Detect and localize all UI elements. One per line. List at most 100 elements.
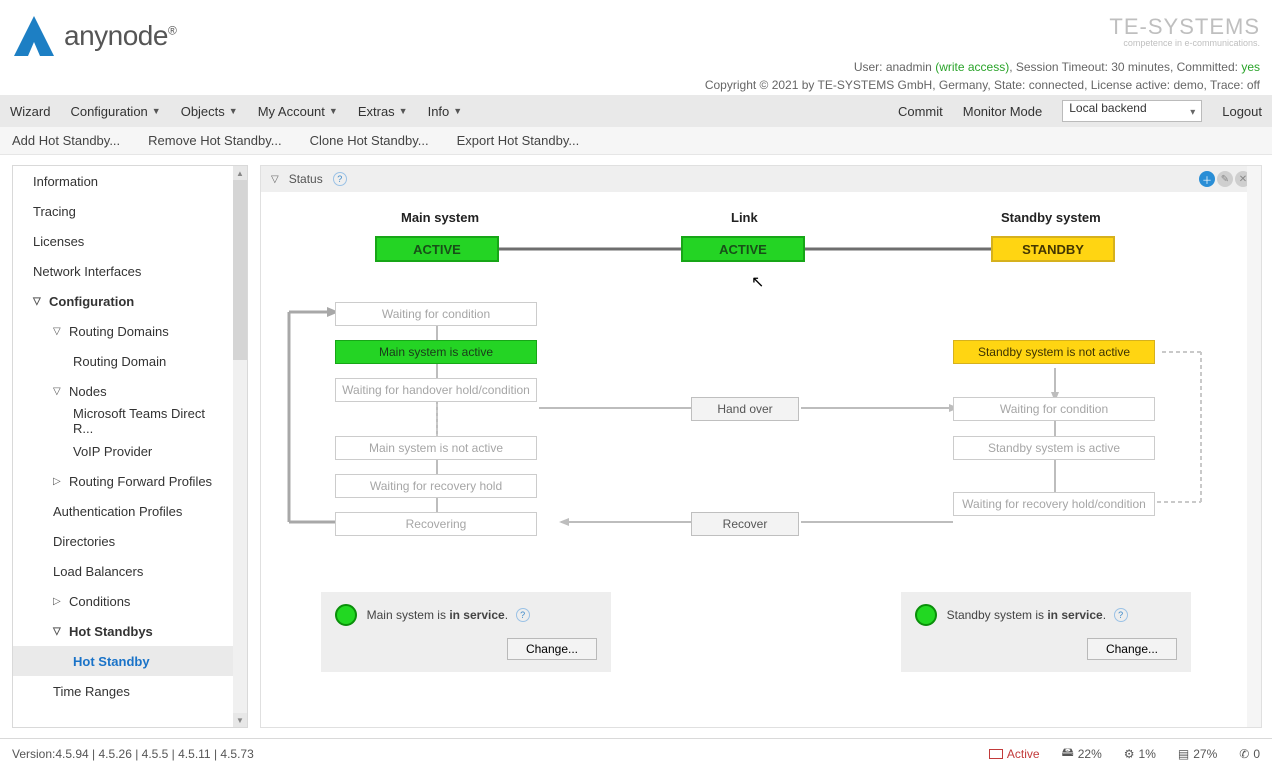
help-icon[interactable]: ?	[516, 608, 530, 622]
help-icon[interactable]: ?	[333, 172, 347, 186]
standby-service-panel: Standby system is in service. ? Change..…	[901, 592, 1191, 672]
scroll-down-icon[interactable]: ▼	[233, 713, 247, 727]
sidebar-item-conditions[interactable]: ▷Conditions	[13, 586, 233, 616]
sidebar-item-label: Time Ranges	[53, 684, 130, 699]
menu-wizard[interactable]: Wizard	[10, 104, 50, 119]
link-header: Link	[731, 210, 758, 225]
chevron-down-icon: ▾	[1190, 107, 1195, 118]
sidebar-item-tracing[interactable]: Tracing	[13, 196, 233, 226]
sidebar-item-nodes[interactable]: ▽Nodes	[13, 376, 233, 406]
menu-configuration[interactable]: Configuration▼	[70, 104, 160, 119]
help-icon[interactable]: ?	[1114, 608, 1128, 622]
standby-service-text: Standby system is in service.	[947, 608, 1106, 622]
sidebar-item-configuration[interactable]: ▽Configuration	[13, 286, 233, 316]
handover-button[interactable]: Hand over	[691, 397, 799, 421]
sidebar-item-label: VoIP Provider	[73, 444, 152, 459]
menu-monitor-mode[interactable]: Monitor Mode	[963, 104, 1042, 119]
status-canvas: Main system Link Standby system ACTIVE A…	[261, 192, 1225, 728]
sidebar-item-network-interfaces[interactable]: Network Interfaces	[13, 256, 233, 286]
sidebar-item-label: Hot Standby	[73, 654, 150, 669]
calls-icon: ✆	[1239, 747, 1249, 761]
menubar: Wizard Configuration▼ Objects▼ My Accoun…	[0, 95, 1272, 127]
content-scrollbar[interactable]	[1247, 166, 1261, 727]
sidebar-item-label: Load Balancers	[53, 564, 143, 579]
state-waiting-condition-standby: Waiting for condition	[953, 397, 1155, 421]
menu-logout[interactable]: Logout	[1222, 104, 1262, 119]
state-waiting-handover: Waiting for handover hold/condition	[335, 378, 537, 402]
state-main-not-active: Main system is not active	[335, 436, 537, 460]
sidebar-item-load-balancers[interactable]: Load Balancers	[13, 556, 233, 586]
remove-hot-standby-button[interactable]: Remove Hot Standby...	[148, 133, 281, 148]
sidebar-item-label: Network Interfaces	[33, 264, 141, 279]
sidebar-item-label: Directories	[53, 534, 115, 549]
mouse-cursor-icon: ↖	[751, 272, 764, 292]
add-hot-standby-button[interactable]: Add Hot Standby...	[12, 133, 120, 148]
sidebar-item-information[interactable]: Information	[13, 166, 233, 196]
sidebar-item-hot-standby[interactable]: Hot Standby	[13, 646, 233, 676]
status-dot-green-icon	[915, 604, 937, 626]
sidebar-item-directories[interactable]: Directories	[13, 526, 233, 556]
triangle-down-icon: ▽	[33, 296, 45, 307]
triangle-down-icon: ▽	[53, 626, 65, 637]
caret-down-icon: ▼	[152, 106, 161, 116]
menu-extras[interactable]: Extras▼	[358, 104, 408, 119]
sidebar-item-microsoft-teams-direct-r[interactable]: Microsoft Teams Direct R...	[13, 406, 233, 436]
standby-system-header: Standby system	[1001, 210, 1101, 225]
sidebar-item-voip-provider[interactable]: VoIP Provider	[13, 436, 233, 466]
version-numbers: 4.5.94 | 4.5.26 | 4.5.5 | 4.5.11 | 4.5.7…	[55, 747, 253, 761]
clone-hot-standby-button[interactable]: Clone Hot Standby...	[310, 133, 429, 148]
menu-commit[interactable]: Commit	[898, 104, 943, 119]
triangle-right-icon: ▷	[53, 476, 65, 487]
copyright-line: Copyright © 2021 by TE-SYSTEMS GmbH, Ger…	[705, 78, 1260, 92]
main-change-button[interactable]: Change...	[507, 638, 597, 660]
version-label: Version:	[12, 747, 55, 761]
state-waiting-recovery-hold: Waiting for recovery hold	[335, 474, 537, 498]
status-disk: 🖴22%	[1062, 743, 1102, 764]
menu-objects[interactable]: Objects▼	[181, 104, 238, 119]
triangle-down-icon: ▽	[53, 326, 65, 337]
status-cpu: ⚙1%	[1124, 747, 1156, 761]
collapse-triangle-icon[interactable]: ▽	[271, 174, 279, 185]
caret-down-icon: ▼	[329, 106, 338, 116]
caret-down-icon: ▼	[229, 106, 238, 116]
sidebar-scrollbar[interactable]: ▲ ▼	[233, 166, 247, 727]
sidebar-item-authentication-profiles[interactable]: Authentication Profiles	[13, 496, 233, 526]
main-system-badge: ACTIVE	[375, 236, 499, 262]
main-area: InformationTracingLicenses Network Interf…	[0, 155, 1272, 738]
menu-info[interactable]: Info▼	[428, 104, 463, 119]
app-logo: anynode®	[10, 12, 176, 60]
sidebar-item-routing-domains[interactable]: ▽ Routing Domains	[13, 316, 233, 346]
recover-button[interactable]: Recover	[691, 512, 799, 536]
disk-icon: 🖴	[1062, 743, 1074, 764]
caret-down-icon: ▼	[399, 106, 408, 116]
backend-select[interactable]: Local backend▾	[1062, 100, 1202, 122]
sidebar-item-label: Microsoft Teams Direct R...	[73, 406, 225, 436]
main-service-text: Main system is in service.	[367, 608, 508, 622]
scroll-handle[interactable]	[233, 180, 247, 360]
export-hot-standby-button[interactable]: Export Hot Standby...	[457, 133, 580, 148]
triangle-right-icon: ▷	[53, 596, 65, 607]
status-active: Active	[989, 747, 1040, 761]
sidebar-item-label: Routing Domain	[73, 354, 166, 369]
sidebar-item-hot-standbys[interactable]: ▽ Hot Standbys	[13, 616, 233, 646]
status-memory: ▤27%	[1178, 747, 1217, 761]
sidebar-item-routing-forward-profiles[interactable]: ▷Routing Forward Profiles	[13, 466, 233, 496]
state-waiting-condition-main: Waiting for condition	[335, 302, 537, 326]
action-toolbar: Add Hot Standby... Remove Hot Standby...…	[0, 127, 1272, 155]
scroll-up-icon[interactable]: ▲	[233, 166, 247, 180]
sidebar-item-label: Hot Standbys	[69, 624, 153, 639]
sidebar-item-time-ranges[interactable]: Time Ranges	[13, 676, 233, 706]
sidebar-item-label: Authentication Profiles	[53, 504, 182, 519]
footer: Version: 4.5.94 | 4.5.26 | 4.5.5 | 4.5.1…	[0, 738, 1272, 768]
nav-sidebar: InformationTracingLicenses Network Interf…	[12, 165, 248, 728]
standby-change-button[interactable]: Change...	[1087, 638, 1177, 660]
state-waiting-recovery-standby: Waiting for recovery hold/condition	[953, 492, 1155, 516]
sidebar-item-licenses[interactable]: Licenses	[13, 226, 233, 256]
sidebar-item-routing-domain[interactable]: Routing Domain	[13, 346, 233, 376]
triangle-down-icon: ▽	[53, 386, 65, 397]
sidebar-item-label: Routing Domains	[69, 324, 169, 339]
menu-my-account[interactable]: My Account▼	[258, 104, 338, 119]
user-info-line: User: anadmin (write access), Session Ti…	[854, 60, 1260, 74]
add-icon[interactable]: ＋	[1199, 171, 1215, 187]
edit-icon[interactable]: ✎	[1217, 171, 1233, 187]
